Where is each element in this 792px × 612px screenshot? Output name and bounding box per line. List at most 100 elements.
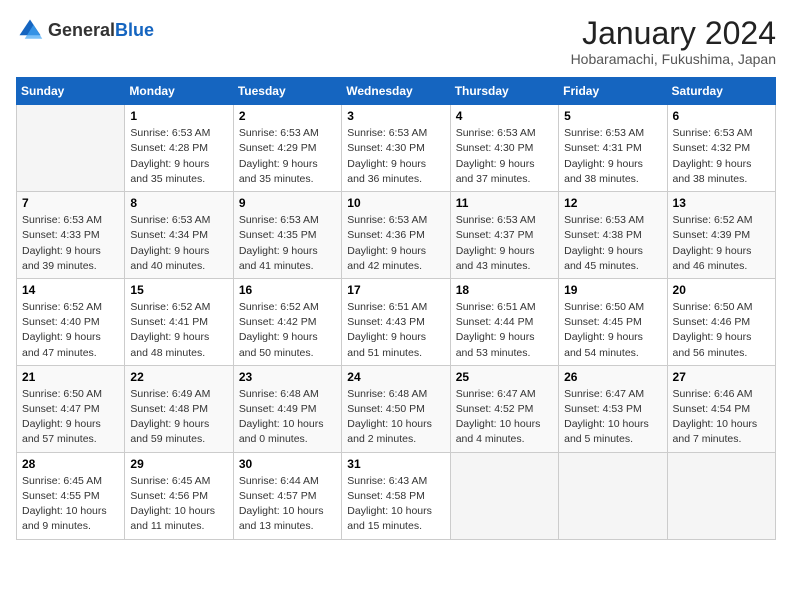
calendar-cell-w2-d6: 12 Sunrise: 6:53 AMSunset: 4:38 PMDayligh… <box>559 192 667 279</box>
calendar-cell-w5-d6 <box>559 452 667 539</box>
calendar-cell-w2-d3: 9 Sunrise: 6:53 AMSunset: 4:35 PMDaylight… <box>233 192 341 279</box>
day-info: Sunrise: 6:53 AMSunset: 4:31 PMDaylight:… <box>564 126 661 187</box>
day-info: Sunrise: 6:53 AMSunset: 4:28 PMDaylight:… <box>130 126 227 187</box>
calendar-cell-w3-d2: 15Sunrise: 6:52 AMSunset: 4:41 PMDayligh… <box>125 278 233 365</box>
day-number: 5 <box>564 109 661 123</box>
day-number: 13 <box>673 196 770 210</box>
col-friday: Friday <box>559 78 667 105</box>
calendar-cell-w5-d1: 28Sunrise: 6:45 AMSunset: 4:55 PMDayligh… <box>17 452 125 539</box>
day-number: 22 <box>130 370 227 384</box>
day-number: 2 <box>239 109 336 123</box>
calendar-cell-w4-d7: 27 Sunrise: 6:46 AMSunset: 4:54 PMDayligh… <box>667 365 775 452</box>
calendar-cell-w5-d3: 30Sunrise: 6:44 AMSunset: 4:57 PMDayligh… <box>233 452 341 539</box>
calendar-cell-w4-d4: 24Sunrise: 6:48 AMSunset: 4:50 PMDayligh… <box>342 365 450 452</box>
logo-text-general: General <box>48 20 115 40</box>
logo-icon <box>16 16 44 44</box>
day-number: 12 <box>564 196 661 210</box>
calendar-table: Sunday Monday Tuesday Wednesday Thursday… <box>16 77 776 539</box>
day-info: Sunrise: 6:53 AMSunset: 4:38 PMDaylight:… <box>564 213 661 274</box>
calendar-week-3: 14Sunrise: 6:52 AMSunset: 4:40 PMDayligh… <box>17 278 776 365</box>
day-info: Sunrise: 6:49 AMSunset: 4:48 PMDaylight:… <box>130 387 227 448</box>
calendar-cell-w4-d1: 21 Sunrise: 6:50 AMSunset: 4:47 PMDayligh… <box>17 365 125 452</box>
calendar-cell-w1-d6: 5 Sunrise: 6:53 AMSunset: 4:31 PMDaylight… <box>559 105 667 192</box>
day-number: 26 <box>564 370 661 384</box>
day-info: Sunrise: 6:43 AMSunset: 4:58 PMDaylight:… <box>347 474 444 535</box>
page-header: GeneralBlue January 2024 Hobaramachi, Fu… <box>16 16 776 67</box>
day-info: Sunrise: 6:53 AMSunset: 4:35 PMDaylight:… <box>239 213 336 274</box>
day-number: 7 <box>22 196 119 210</box>
calendar-cell-w1-d3: 2 Sunrise: 6:53 AMSunset: 4:29 PMDaylight… <box>233 105 341 192</box>
day-info: Sunrise: 6:51 AMSunset: 4:43 PMDaylight:… <box>347 300 444 361</box>
day-info: Sunrise: 6:45 AMSunset: 4:56 PMDaylight:… <box>130 474 227 535</box>
day-info: Sunrise: 6:46 AMSunset: 4:54 PMDaylight:… <box>673 387 770 448</box>
month-title: January 2024 <box>571 16 776 51</box>
calendar-week-4: 21 Sunrise: 6:50 AMSunset: 4:47 PMDayligh… <box>17 365 776 452</box>
day-number: 23 <box>239 370 336 384</box>
calendar-cell-w2-d4: 10Sunrise: 6:53 AMSunset: 4:36 PMDayligh… <box>342 192 450 279</box>
day-number: 14 <box>22 283 119 297</box>
day-number: 31 <box>347 457 444 471</box>
calendar-cell-w3-d1: 14Sunrise: 6:52 AMSunset: 4:40 PMDayligh… <box>17 278 125 365</box>
calendar-cell-w3-d7: 20 Sunrise: 6:50 AMSunset: 4:46 PMDayligh… <box>667 278 775 365</box>
day-info: Sunrise: 6:50 AMSunset: 4:47 PMDaylight:… <box>22 387 119 448</box>
calendar-header: Sunday Monday Tuesday Wednesday Thursday… <box>17 78 776 105</box>
day-number: 30 <box>239 457 336 471</box>
calendar-cell-w3-d4: 17 Sunrise: 6:51 AMSunset: 4:43 PMDayligh… <box>342 278 450 365</box>
calendar-cell-w4-d6: 26Sunrise: 6:47 AMSunset: 4:53 PMDayligh… <box>559 365 667 452</box>
calendar-cell-w2-d2: 8Sunrise: 6:53 AMSunset: 4:34 PMDaylight… <box>125 192 233 279</box>
day-number: 1 <box>130 109 227 123</box>
calendar-cell-w2-d1: 7 Sunrise: 6:53 AMSunset: 4:33 PMDaylight… <box>17 192 125 279</box>
calendar-cell-w3-d5: 18 Sunrise: 6:51 AMSunset: 4:44 PMDayligh… <box>450 278 558 365</box>
day-number: 8 <box>130 196 227 210</box>
day-number: 20 <box>673 283 770 297</box>
calendar-cell-w5-d4: 31 Sunrise: 6:43 AMSunset: 4:58 PMDayligh… <box>342 452 450 539</box>
day-info: Sunrise: 6:52 AMSunset: 4:42 PMDaylight:… <box>239 300 336 361</box>
calendar-cell-w4-d5: 25Sunrise: 6:47 AMSunset: 4:52 PMDayligh… <box>450 365 558 452</box>
day-info: Sunrise: 6:50 AMSunset: 4:45 PMDaylight:… <box>564 300 661 361</box>
day-number: 11 <box>456 196 553 210</box>
location-title: Hobaramachi, Fukushima, Japan <box>571 51 776 67</box>
calendar-cell-w4-d3: 23 Sunrise: 6:48 AMSunset: 4:49 PMDayligh… <box>233 365 341 452</box>
col-wednesday: Wednesday <box>342 78 450 105</box>
calendar-cell-w1-d7: 6Sunrise: 6:53 AMSunset: 4:32 PMDaylight… <box>667 105 775 192</box>
day-info: Sunrise: 6:50 AMSunset: 4:46 PMDaylight:… <box>673 300 770 361</box>
calendar-cell-w3-d3: 16Sunrise: 6:52 AMSunset: 4:42 PMDayligh… <box>233 278 341 365</box>
day-number: 18 <box>456 283 553 297</box>
day-number: 27 <box>673 370 770 384</box>
calendar-cell-w1-d5: 4 Sunrise: 6:53 AMSunset: 4:30 PMDaylight… <box>450 105 558 192</box>
calendar-cell-w1-d2: 1 Sunrise: 6:53 AMSunset: 4:28 PMDaylight… <box>125 105 233 192</box>
day-info: Sunrise: 6:52 AMSunset: 4:41 PMDaylight:… <box>130 300 227 361</box>
day-number: 29 <box>130 457 227 471</box>
day-info: Sunrise: 6:52 AMSunset: 4:39 PMDaylight:… <box>673 213 770 274</box>
day-info: Sunrise: 6:53 AMSunset: 4:32 PMDaylight:… <box>673 126 770 187</box>
day-info: Sunrise: 6:51 AMSunset: 4:44 PMDaylight:… <box>456 300 553 361</box>
logo: GeneralBlue <box>16 16 154 44</box>
logo-text-blue: Blue <box>115 20 154 40</box>
day-info: Sunrise: 6:48 AMSunset: 4:49 PMDaylight:… <box>239 387 336 448</box>
calendar-cell-w5-d7 <box>667 452 775 539</box>
day-info: Sunrise: 6:53 AMSunset: 4:33 PMDaylight:… <box>22 213 119 274</box>
day-info: Sunrise: 6:53 AMSunset: 4:30 PMDaylight:… <box>347 126 444 187</box>
day-info: Sunrise: 6:53 AMSunset: 4:30 PMDaylight:… <box>456 126 553 187</box>
calendar-cell-w5-d2: 29 Sunrise: 6:45 AMSunset: 4:56 PMDayligh… <box>125 452 233 539</box>
day-info: Sunrise: 6:47 AMSunset: 4:52 PMDaylight:… <box>456 387 553 448</box>
day-info: Sunrise: 6:53 AMSunset: 4:37 PMDaylight:… <box>456 213 553 274</box>
col-monday: Monday <box>125 78 233 105</box>
day-number: 17 <box>347 283 444 297</box>
title-block: January 2024 Hobaramachi, Fukushima, Jap… <box>571 16 776 67</box>
day-number: 4 <box>456 109 553 123</box>
calendar-body: 1 Sunrise: 6:53 AMSunset: 4:28 PMDaylight… <box>17 105 776 539</box>
calendar-week-2: 7 Sunrise: 6:53 AMSunset: 4:33 PMDaylight… <box>17 192 776 279</box>
day-info: Sunrise: 6:53 AMSunset: 4:36 PMDaylight:… <box>347 213 444 274</box>
day-info: Sunrise: 6:53 AMSunset: 4:29 PMDaylight:… <box>239 126 336 187</box>
calendar-cell-w2-d7: 13 Sunrise: 6:52 AMSunset: 4:39 PMDayligh… <box>667 192 775 279</box>
day-number: 19 <box>564 283 661 297</box>
day-number: 21 <box>22 370 119 384</box>
header-row: Sunday Monday Tuesday Wednesday Thursday… <box>17 78 776 105</box>
calendar-cell-w2-d5: 11 Sunrise: 6:53 AMSunset: 4:37 PMDayligh… <box>450 192 558 279</box>
calendar-week-5: 28Sunrise: 6:45 AMSunset: 4:55 PMDayligh… <box>17 452 776 539</box>
day-number: 9 <box>239 196 336 210</box>
calendar-cell-w3-d6: 19 Sunrise: 6:50 AMSunset: 4:45 PMDayligh… <box>559 278 667 365</box>
col-sunday: Sunday <box>17 78 125 105</box>
day-number: 24 <box>347 370 444 384</box>
